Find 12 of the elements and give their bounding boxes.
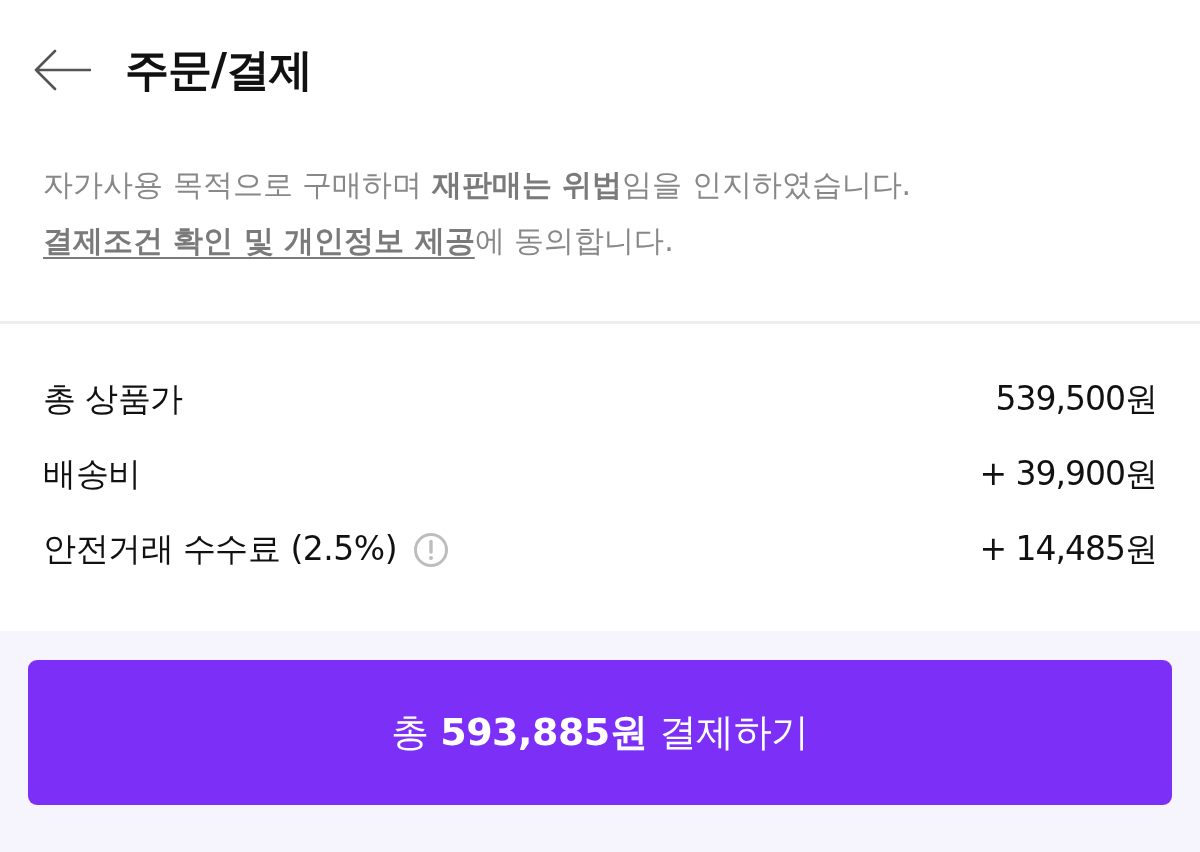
price-label: 총 상품가 bbox=[43, 378, 183, 420]
consent-text: 결제조건 확인 및 개인정보 제공에 동의합니다. bbox=[43, 222, 675, 260]
back-arrow-icon[interactable] bbox=[33, 48, 91, 92]
notice-text: 자가사용 목적으로 구매하며 재판매는 위법임을 인지하였습니다. bbox=[43, 166, 913, 204]
page-title: 주문/결제 bbox=[125, 43, 313, 97]
price-amount: 539,500원 bbox=[995, 378, 1157, 420]
price-label: 안전거래 수수료 (2.5%) bbox=[43, 528, 398, 570]
terms-link[interactable]: 결제조건 확인 및 개인정보 제공 bbox=[43, 223, 475, 258]
pay-button[interactable]: 총 593,885원 결제하기 bbox=[28, 660, 1172, 805]
price-amount: + 14,485원 bbox=[979, 528, 1157, 570]
price-amount: + 39,900원 bbox=[979, 453, 1157, 495]
price-label: 배송비 bbox=[43, 453, 141, 495]
